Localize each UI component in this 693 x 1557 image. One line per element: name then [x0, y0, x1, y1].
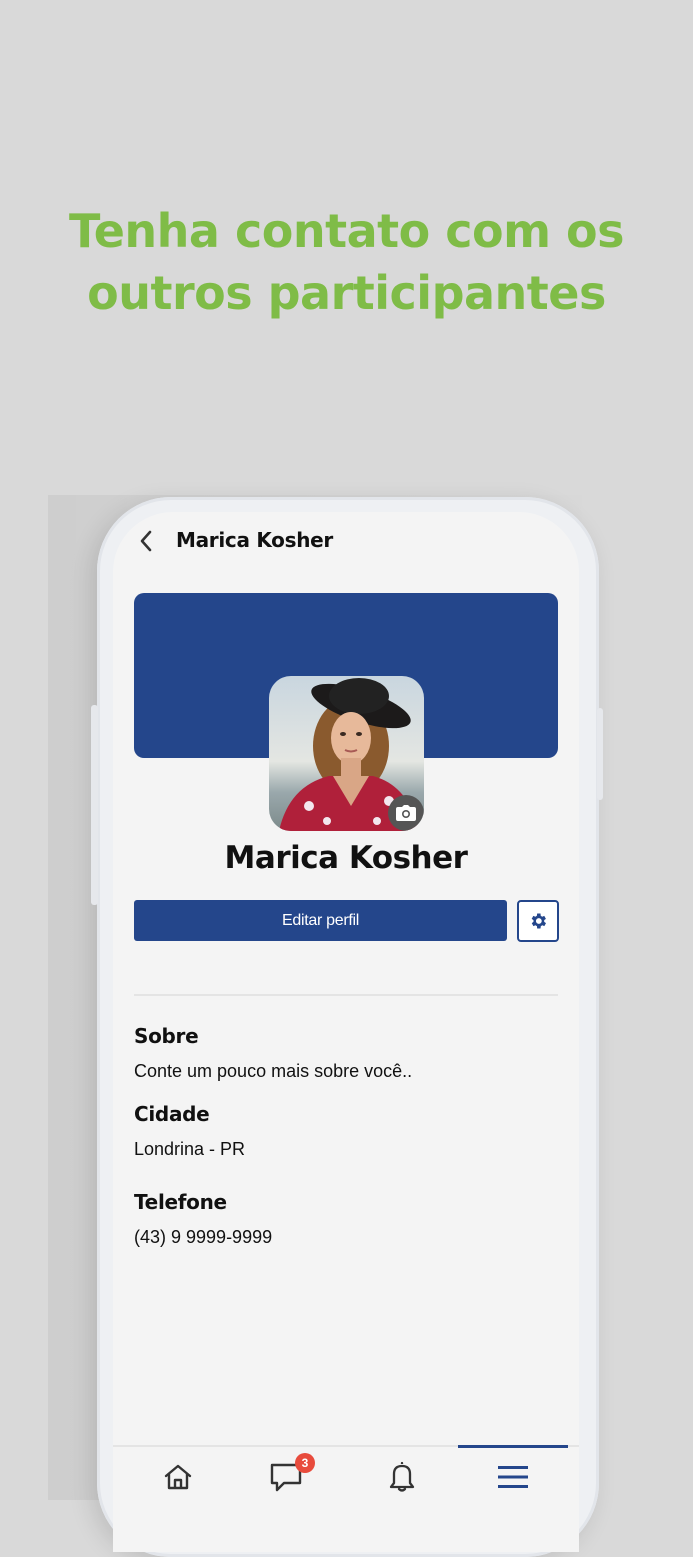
city-label: Cidade: [134, 1102, 210, 1126]
home-icon: [164, 1464, 192, 1490]
about-value: Conte um pouco mais sobre você..: [134, 1061, 413, 1081]
phone-side-button-left: [91, 705, 98, 905]
bottom-nav: 3: [113, 1445, 579, 1552]
menu-icon: [498, 1466, 528, 1488]
nav-chat[interactable]: 3: [231, 1447, 341, 1507]
phone-side-button-right: [597, 708, 603, 800]
change-photo-button[interactable]: [388, 795, 424, 831]
bell-icon: [389, 1461, 415, 1492]
back-button[interactable]: [135, 528, 157, 554]
headline-line-2: outros participantes: [87, 266, 606, 320]
gear-icon: [531, 913, 546, 929]
profile-avatar[interactable]: [269, 676, 424, 831]
camera-icon: [396, 805, 416, 821]
chat-badge: 3: [295, 1453, 315, 1473]
headline-line-1: Tenha contato com os: [68, 204, 625, 258]
profile-name: Marica Kosher: [224, 840, 468, 876]
city-value: Londrina - PR: [134, 1139, 246, 1159]
nav-menu[interactable]: [458, 1447, 568, 1507]
app-screen: Marica Kosher Marica Kosher Editar perfi…: [113, 512, 579, 1552]
settings-button[interactable]: [517, 900, 559, 942]
app-header: Marica Kosher: [113, 512, 579, 570]
about-label: Sobre: [134, 1024, 199, 1048]
phone-label: Telefone: [134, 1190, 227, 1214]
phone-value: (43) 9 9999-9999: [134, 1227, 273, 1247]
nav-home[interactable]: [123, 1447, 233, 1507]
headline: Tenha contato com os outros participante…: [0, 200, 693, 324]
chevron-left-icon: [140, 530, 152, 552]
section-divider: [134, 994, 558, 996]
nav-notifications[interactable]: [347, 1447, 457, 1507]
edit-profile-button[interactable]: Editar perfil: [134, 900, 507, 941]
header-title: Marica Kosher: [176, 528, 333, 552]
